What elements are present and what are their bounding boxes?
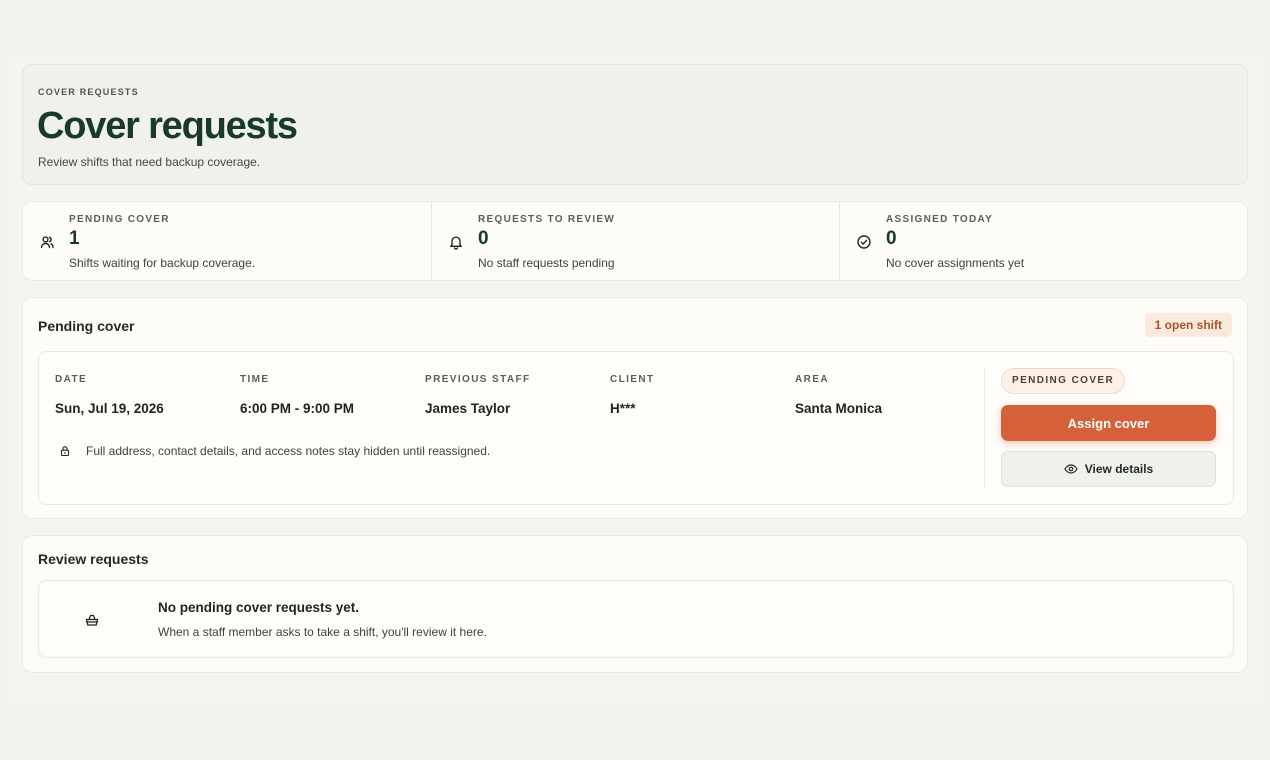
- lock-icon: [59, 445, 71, 457]
- field-value: James Taylor: [425, 401, 511, 416]
- bell-icon: [448, 234, 464, 250]
- empty-state-title: No pending cover requests yet.: [158, 600, 360, 615]
- stat-value: 0: [478, 228, 489, 249]
- page-eyebrow: COVER REQUESTS: [38, 87, 139, 97]
- empty-state-description: When a staff member asks to take a shift…: [158, 625, 487, 639]
- page-header: COVER REQUESTS Cover requests Review shi…: [22, 64, 1248, 185]
- field-label: TIME: [240, 374, 270, 385]
- open-shift-badge: 1 open shift: [1144, 313, 1232, 337]
- field-value: Santa Monica: [795, 401, 883, 416]
- pending-cover-section: Pending cover 1 open shift DATE Sun, Jul…: [22, 297, 1248, 519]
- field-time: TIME 6:00 PM - 9:00 PM: [240, 374, 354, 416]
- people-icon: [39, 234, 55, 250]
- shift-card: DATE Sun, Jul 19, 2026 TIME 6:00 PM - 9:…: [38, 351, 1234, 505]
- stat-label: PENDING COVER: [69, 214, 170, 225]
- view-details-button[interactable]: View details: [1001, 451, 1216, 487]
- stat-requests-to-review: REQUESTS TO REVIEW 0 No staff requests p…: [431, 202, 839, 280]
- page-subtitle: Review shifts that need backup coverage.: [38, 155, 261, 169]
- check-circle-icon: [856, 234, 872, 250]
- field-date: DATE Sun, Jul 19, 2026: [55, 374, 164, 416]
- stats-panel: PENDING COVER 1 Shifts waiting for backu…: [22, 201, 1248, 281]
- assign-cover-button[interactable]: Assign cover: [1001, 405, 1216, 441]
- stat-description: Shifts waiting for backup coverage.: [69, 256, 256, 270]
- field-label: AREA: [795, 374, 829, 385]
- stat-description: No staff requests pending: [478, 256, 615, 270]
- review-requests-section: Review requests No pending cover request…: [22, 535, 1248, 673]
- empty-state: No pending cover requests yet. When a st…: [38, 580, 1234, 658]
- field-value: 6:00 PM - 9:00 PM: [240, 401, 355, 416]
- field-value: Sun, Jul 19, 2026: [55, 401, 164, 416]
- shift-divider: [984, 368, 985, 488]
- stat-pending-cover: PENDING COVER 1 Shifts waiting for backu…: [23, 202, 431, 280]
- privacy-note: Full address, contact details, and acces…: [59, 444, 490, 458]
- stat-description: No cover assignments yet: [886, 256, 1025, 270]
- privacy-note-text: Full address, contact details, and acces…: [86, 444, 491, 458]
- stat-label: ASSIGNED TODAY: [886, 214, 994, 225]
- section-title: Pending cover: [38, 318, 135, 334]
- view-details-label: View details: [1084, 462, 1154, 476]
- field-label: PREVIOUS STAFF: [425, 374, 531, 385]
- field-area: AREA Santa Monica: [795, 374, 882, 416]
- field-value: H***: [610, 401, 636, 416]
- page-title: Cover requests: [37, 105, 298, 147]
- field-label: CLIENT: [610, 374, 655, 385]
- section-title: Review requests: [38, 551, 149, 567]
- inbox-basket-icon: [84, 612, 100, 628]
- stat-value: 0: [886, 228, 897, 249]
- eye-icon: [1064, 462, 1078, 476]
- field-label: DATE: [55, 374, 88, 385]
- stat-assigned-today: ASSIGNED TODAY 0 No cover assignments ye…: [839, 202, 1247, 280]
- field-previous-staff: PREVIOUS STAFF James Taylor: [425, 374, 531, 416]
- status-badge: PENDING COVER: [1001, 368, 1126, 394]
- stat-label: REQUESTS TO REVIEW: [478, 214, 616, 225]
- field-client: CLIENT H***: [610, 374, 655, 416]
- stat-value: 1: [69, 228, 80, 249]
